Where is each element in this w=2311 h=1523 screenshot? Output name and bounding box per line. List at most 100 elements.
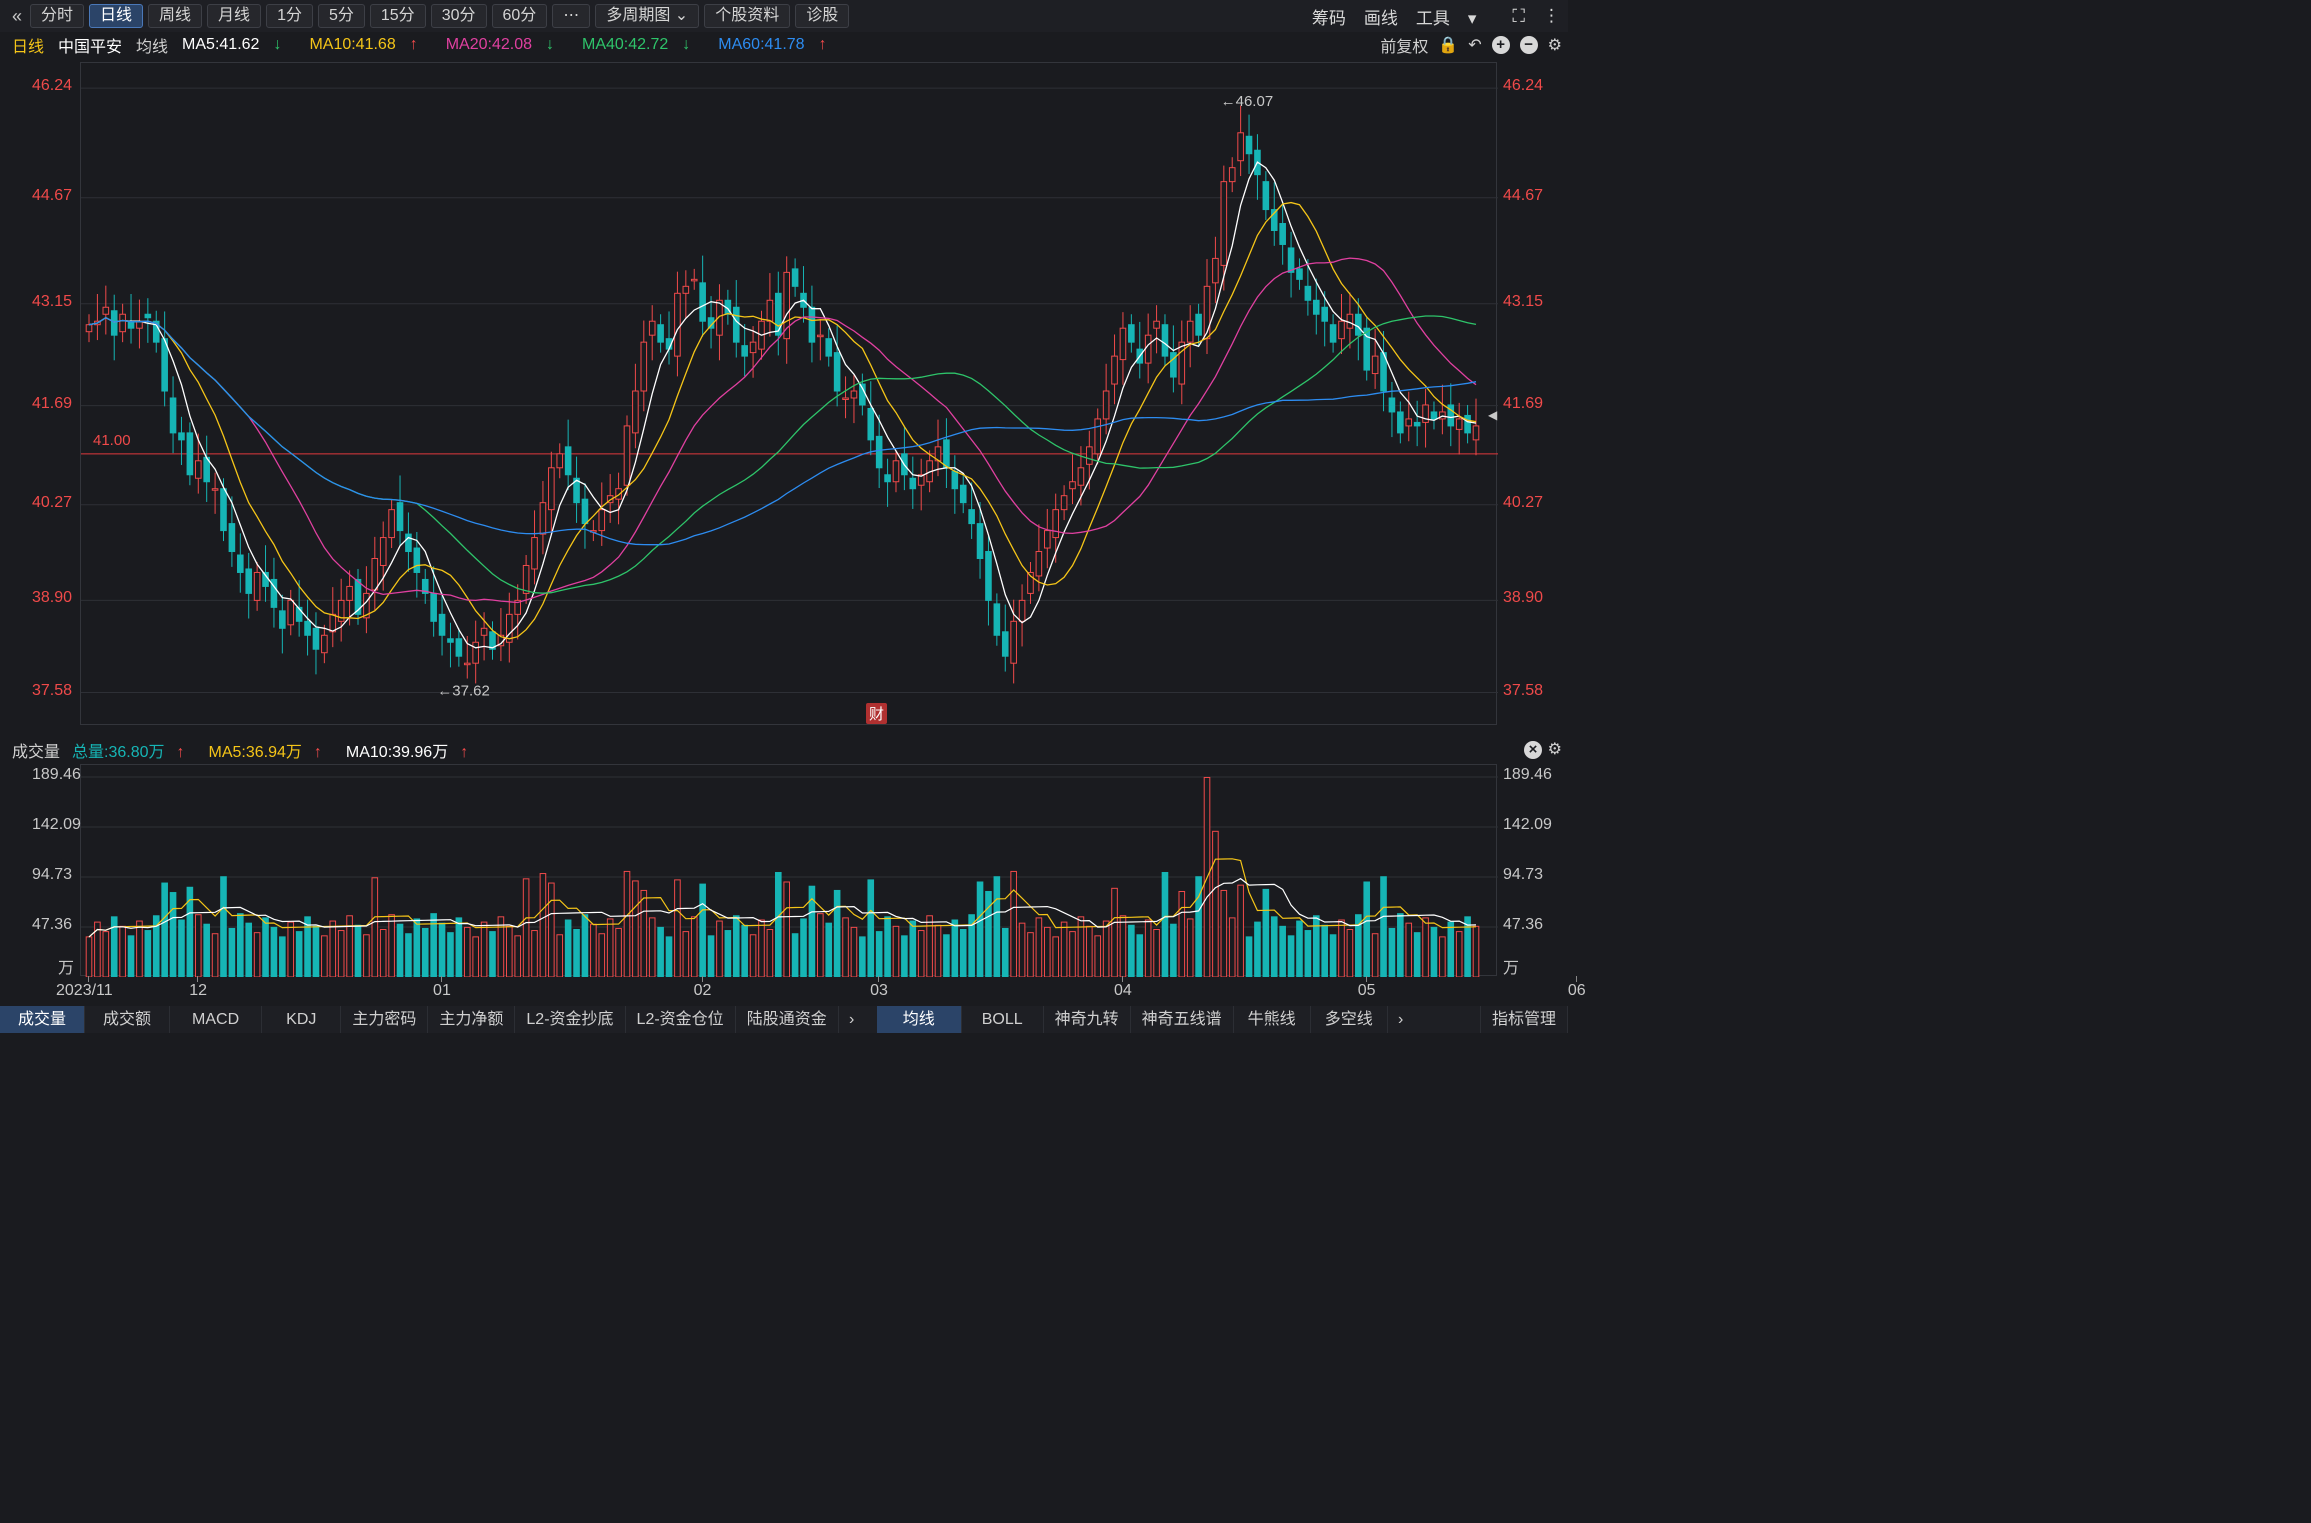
volume-settings-gear-icon[interactable]: ⚙ — [1548, 739, 1562, 759]
volume-bar — [279, 936, 286, 977]
candle-body — [766, 299, 774, 322]
price-axis-label: 37.58 — [1503, 681, 1544, 699]
price-chart-panel[interactable]: 41.00 ←46.07 ←37.62 财 — [80, 62, 1498, 726]
volume-bar — [1237, 884, 1244, 977]
stock-info-button[interactable]: 个股资料 — [704, 4, 791, 28]
diagnose-button[interactable]: 诊股 — [795, 4, 850, 28]
period-button-fenshi[interactable]: 分时 — [30, 4, 85, 28]
price-axis-label: 46.24 — [32, 77, 73, 95]
tab-long-short[interactable]: 多空线 — [1311, 1006, 1388, 1033]
volume-bar — [169, 892, 177, 977]
tools-menu[interactable]: 工具 ▾ — [1416, 4, 1495, 29]
tab-volume[interactable]: 成交量 — [0, 1006, 86, 1033]
tabs-scroll-right-icon[interactable]: › — [839, 1011, 865, 1029]
volume-chart-svg[interactable] — [81, 765, 1498, 977]
candle-body — [480, 627, 488, 636]
ma40-value: MA40:42.72 ↓ — [582, 36, 704, 54]
period-button-15min[interactable]: 15分 — [369, 4, 426, 28]
volume-bar — [94, 921, 101, 977]
tab-turnover[interactable]: 成交额 — [85, 1006, 171, 1033]
volume-bar — [1052, 936, 1059, 977]
candle-body — [657, 324, 664, 343]
volume-bar — [1279, 925, 1286, 977]
close-volume-icon[interactable]: × — [1524, 741, 1542, 759]
tab-macd[interactable]: MACD — [170, 1006, 263, 1033]
period-button-monthly[interactable]: 月线 — [207, 4, 262, 28]
candle-body — [640, 341, 648, 392]
volume-bar — [312, 925, 320, 977]
draw-line-button[interactable]: 画线 — [1364, 4, 1398, 29]
ma10-line — [88, 201, 1477, 640]
volume-bar — [119, 925, 126, 977]
tab-hk-connect[interactable]: 陆股通资金 — [736, 1006, 839, 1033]
more-periods-button[interactable]: ⋯ — [552, 4, 591, 28]
undo-icon[interactable]: ↶ — [1468, 35, 1481, 55]
candle-body — [1052, 509, 1059, 539]
volume-bar — [447, 932, 454, 977]
tab-l2-position[interactable]: L2-资金仓位 — [626, 1006, 736, 1033]
chip-button[interactable]: 筹码 — [1312, 4, 1346, 29]
candle-body — [976, 523, 984, 560]
fullscreen-icon[interactable]: ⛶ — [1512, 6, 1525, 27]
ma-label[interactable]: 均线 — [136, 33, 168, 57]
more-icon[interactable]: ⋮ — [1543, 6, 1560, 26]
volume-bar — [295, 931, 303, 977]
price-axis-label: 43.15 — [1503, 292, 1544, 310]
volume-axis-label: 94.73 — [32, 866, 73, 883]
tab-bull-bear[interactable]: 牛熊线 — [1234, 1006, 1311, 1033]
candle-body — [1346, 313, 1354, 329]
period-button-1min[interactable]: 1分 — [266, 4, 313, 28]
volume-bar — [1111, 887, 1118, 977]
tab-main-net[interactable]: 主力净额 — [428, 1006, 516, 1033]
zoom-in-icon[interactable]: + — [1491, 36, 1510, 54]
high-price-label: ←46.07 — [1221, 93, 1274, 110]
tab-magic-five-lines[interactable]: 神奇五线谱 — [1131, 1006, 1234, 1033]
volume-bar — [842, 917, 849, 977]
volume-bar — [1027, 932, 1034, 977]
period-button-daily[interactable]: 日线 — [89, 4, 144, 28]
arrow-down-icon: ↓ — [682, 36, 691, 53]
period-button-weekly[interactable]: 周线 — [148, 4, 203, 28]
volume-bar — [1388, 927, 1396, 977]
volume-bar — [1472, 925, 1480, 977]
volume-bar — [1186, 918, 1194, 977]
tab-kdj[interactable]: KDJ — [262, 1006, 342, 1033]
stock-name: 中国平安 — [58, 39, 123, 56]
volume-bar — [371, 877, 379, 977]
settings-gear-icon[interactable]: ⚙ — [1548, 35, 1562, 55]
multi-period-dropdown[interactable]: 多周期图 ⌄ — [595, 4, 700, 28]
tab-ma[interactable]: 均线 — [876, 1006, 962, 1033]
volume-axis-label: 万 — [1503, 960, 1520, 977]
adjust-mode-button[interactable]: 前复权 — [1380, 33, 1428, 57]
tab-magic-nine[interactable]: 神奇九转 — [1044, 1006, 1131, 1033]
volume-bar — [581, 914, 589, 977]
volume-bar — [237, 913, 244, 977]
volume-bar — [1245, 936, 1253, 977]
tabs2-scroll-right-icon[interactable]: › — [1388, 1011, 1414, 1029]
volume-bar — [640, 889, 648, 977]
candle-body — [1430, 411, 1438, 420]
volume-bar — [531, 930, 538, 977]
candle-body — [102, 306, 110, 315]
period-button-5min[interactable]: 5分 — [317, 4, 365, 28]
volume-bar — [1371, 933, 1379, 977]
tab-l2-bottom[interactable]: L2-资金抄底 — [515, 1006, 626, 1033]
volume-bar — [741, 924, 748, 977]
ma5-value: MA5:41.62 ↓ — [182, 36, 295, 54]
volume-title[interactable]: 成交量 — [12, 738, 60, 762]
period-button-30min[interactable]: 30分 — [430, 4, 487, 28]
price-axis-label: 44.67 — [1503, 186, 1544, 204]
candle-body — [1220, 181, 1228, 266]
price-chart-svg[interactable]: 41.00 ←46.07 ←37.62 财 — [81, 63, 1498, 726]
volume-chart-panel[interactable] — [80, 764, 1498, 977]
tab-main-code[interactable]: 主力密码 — [341, 1006, 429, 1033]
candle-body — [842, 397, 849, 400]
tab-boll[interactable]: BOLL — [962, 1006, 1044, 1033]
period-button-60min[interactable]: 60分 — [491, 4, 548, 28]
collapse-left-icon[interactable]: « — [4, 6, 30, 27]
indicator-manage-button[interactable]: 指标管理 — [1479, 1006, 1568, 1033]
lock-icon[interactable]: 🔒 — [1438, 35, 1458, 55]
zoom-out-icon[interactable]: − — [1519, 36, 1538, 54]
candle-body — [1161, 324, 1169, 357]
volume-bar — [463, 926, 471, 977]
